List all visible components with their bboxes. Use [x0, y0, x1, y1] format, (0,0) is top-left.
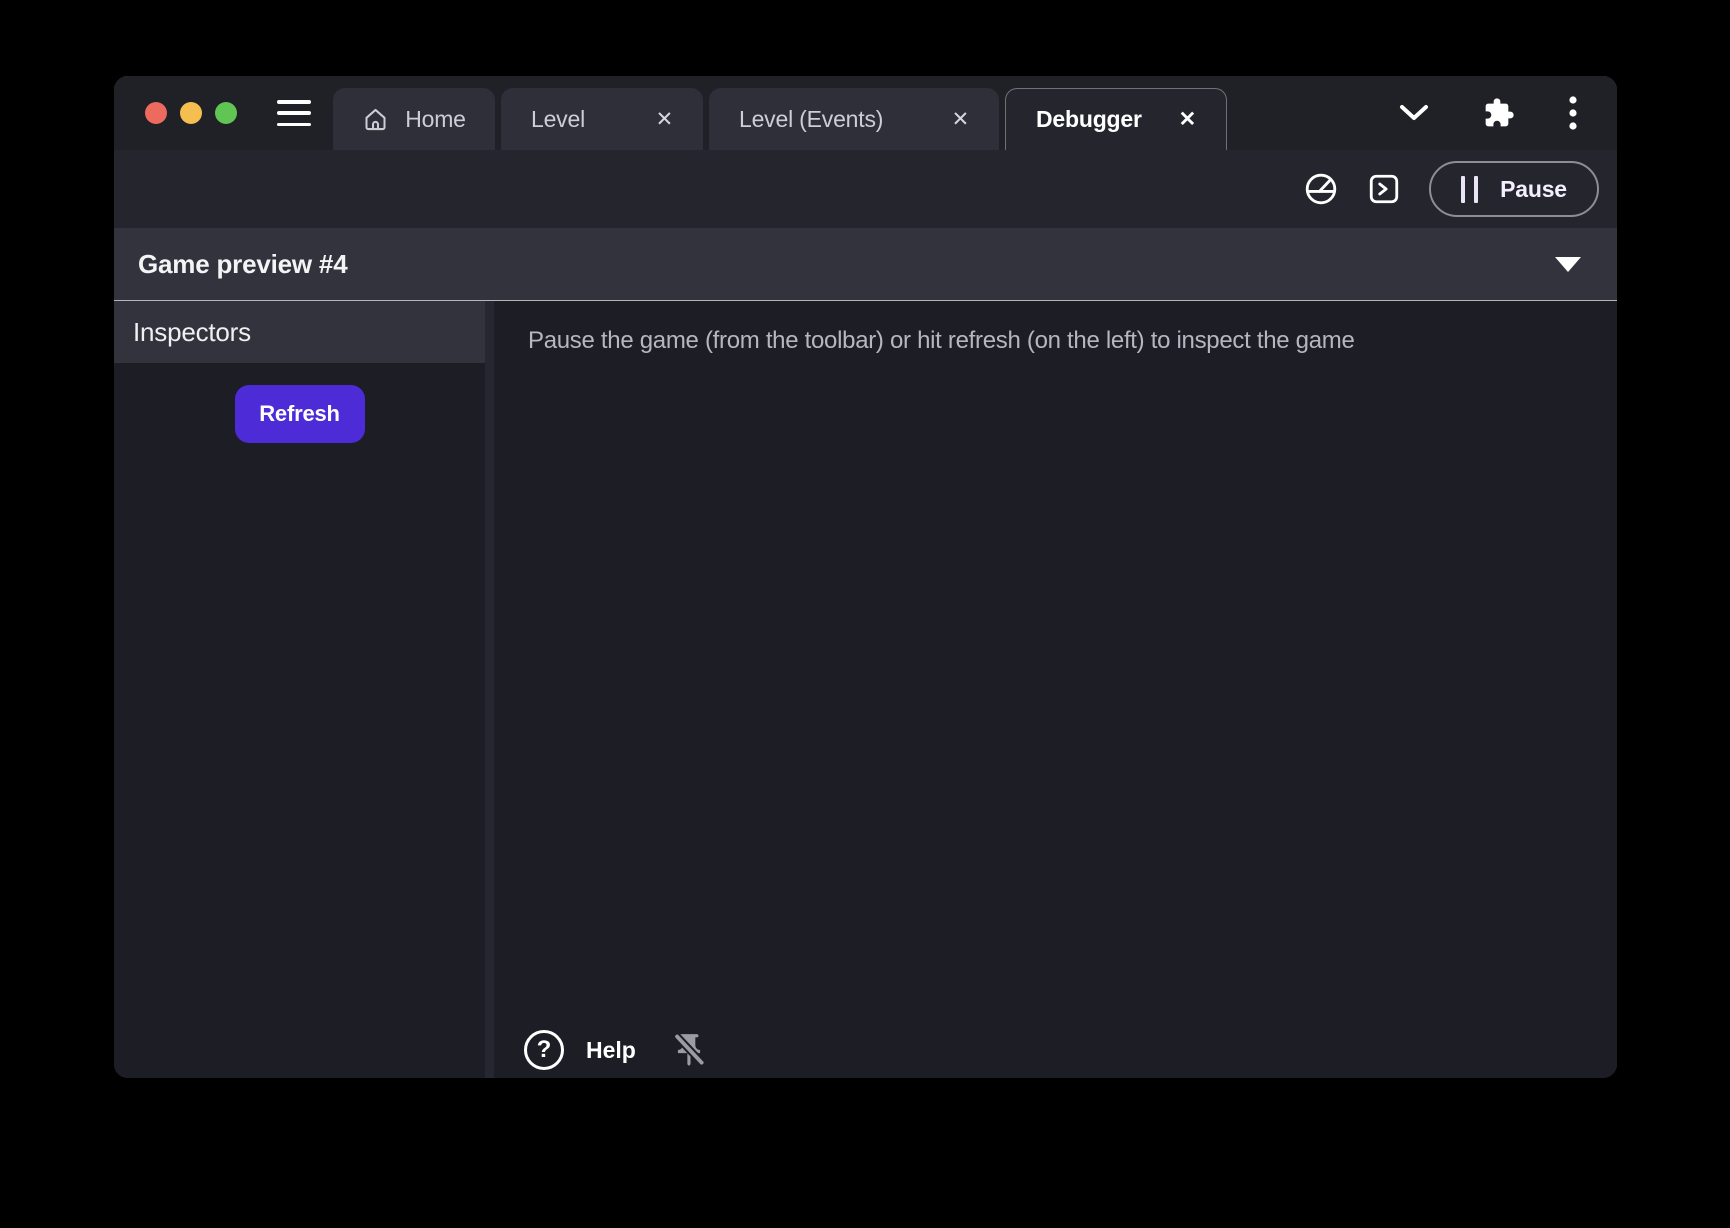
minimize-window-button[interactable] — [180, 102, 202, 124]
inspector-empty-message: Pause the game (from the toolbar) or hit… — [528, 327, 1355, 354]
caret-down-icon[interactable] — [1555, 256, 1581, 272]
titlebar: Home Level ✕ Level (Events) ✕ Debugger ✕ — [114, 76, 1617, 150]
game-preview-header[interactable]: Game preview #4 — [114, 228, 1617, 301]
close-tab-icon[interactable]: ✕ — [656, 109, 674, 130]
sidebar-splitter-handle[interactable] — [485, 301, 494, 1078]
pause-button-label: Pause — [1500, 175, 1567, 202]
main-menu-icon[interactable] — [277, 100, 311, 126]
close-window-button[interactable] — [145, 102, 167, 124]
tab-level[interactable]: Level ✕ — [501, 88, 703, 150]
pause-icon — [1461, 175, 1479, 203]
debugger-body: Inspectors Refresh Pause the game (from … — [114, 301, 1617, 1078]
chevron-down-icon[interactable] — [1399, 103, 1429, 123]
inspector-main-panel: Pause the game (from the toolbar) or hit… — [494, 301, 1617, 1078]
refresh-button[interactable]: Refresh — [234, 385, 365, 443]
zoom-window-button[interactable] — [215, 102, 237, 124]
pause-button[interactable]: Pause — [1429, 161, 1599, 217]
help-button[interactable]: ? Help — [524, 1030, 636, 1070]
tab-debugger[interactable]: Debugger ✕ — [1005, 88, 1227, 150]
tab-label: Home — [405, 105, 466, 132]
close-tab-icon[interactable]: ✕ — [1179, 109, 1197, 130]
unpin-panel-icon[interactable] — [670, 1030, 708, 1070]
desktop-background: Home Level ✕ Level (Events) ✕ Debugger ✕ — [0, 0, 1730, 1228]
tab-level-events[interactable]: Level (Events) ✕ — [709, 88, 999, 150]
inspectors-header[interactable]: Inspectors — [114, 301, 485, 363]
tab-label: Level (Events) — [739, 105, 884, 132]
inspectors-header-label: Inspectors — [133, 316, 251, 347]
home-icon — [365, 108, 386, 130]
bottom-actions: ? Help — [524, 1030, 708, 1070]
refresh-button-container: Refresh — [114, 385, 485, 443]
titlebar-actions — [1399, 96, 1577, 130]
close-tab-icon[interactable]: ✕ — [952, 109, 970, 130]
console-icon[interactable] — [1367, 172, 1401, 206]
tab-home[interactable]: Home — [333, 88, 495, 150]
tab-label: Level — [531, 105, 585, 132]
help-button-label: Help — [586, 1036, 636, 1063]
inspectors-sidebar: Inspectors Refresh — [114, 301, 485, 1078]
profiler-gauge-icon[interactable] — [1303, 171, 1339, 207]
tab-label: Debugger — [1036, 106, 1142, 132]
debugger-window: Home Level ✕ Level (Events) ✕ Debugger ✕ — [114, 76, 1617, 1078]
traffic-lights — [145, 102, 237, 124]
debugger-toolbar: Pause — [114, 150, 1617, 228]
game-preview-title: Game preview #4 — [138, 248, 348, 279]
help-question-icon: ? — [524, 1030, 564, 1070]
extensions-puzzle-icon[interactable] — [1483, 97, 1515, 129]
more-options-kebab-icon[interactable] — [1569, 96, 1577, 130]
tab-bar: Home Level ✕ Level (Events) ✕ Debugger ✕ — [333, 88, 1227, 150]
